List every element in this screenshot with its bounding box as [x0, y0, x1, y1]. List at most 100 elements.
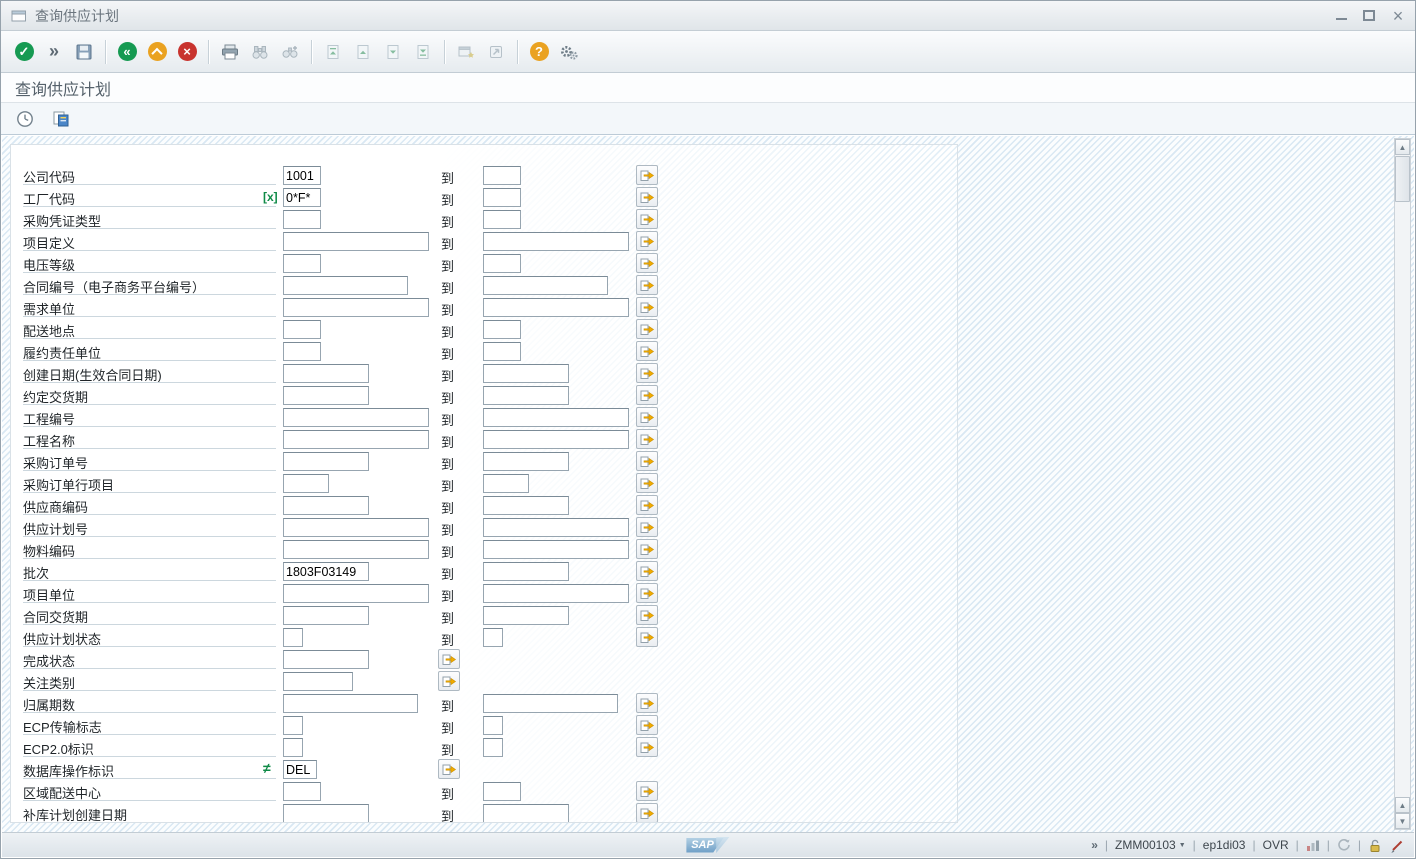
- multi-select-button[interactable]: [636, 165, 658, 185]
- multi-select-button[interactable]: [438, 649, 460, 669]
- from-input[interactable]: [283, 782, 321, 801]
- save-button[interactable]: [69, 37, 99, 67]
- multi-select-button[interactable]: [636, 627, 658, 647]
- from-input[interactable]: [283, 166, 321, 185]
- to-input[interactable]: [483, 496, 569, 515]
- minimize-button[interactable]: [1336, 12, 1347, 20]
- from-input[interactable]: [283, 562, 369, 581]
- to-input[interactable]: [483, 738, 503, 757]
- customize-button[interactable]: [554, 37, 584, 67]
- multi-select-button[interactable]: [636, 385, 658, 405]
- to-input[interactable]: [483, 562, 569, 581]
- exit-button[interactable]: [142, 37, 172, 67]
- to-input[interactable]: [483, 166, 521, 185]
- to-input[interactable]: [483, 606, 569, 625]
- scrollbar-thumb[interactable]: [1395, 156, 1410, 202]
- from-input[interactable]: [283, 628, 303, 647]
- multi-select-button[interactable]: [636, 539, 658, 559]
- scroll-down-button[interactable]: ▼: [1395, 813, 1410, 829]
- to-input[interactable]: [483, 694, 618, 713]
- to-input[interactable]: [483, 474, 529, 493]
- to-input[interactable]: [483, 254, 521, 273]
- multi-select-button[interactable]: [636, 605, 658, 625]
- multi-select-button[interactable]: [636, 803, 658, 823]
- to-input[interactable]: [483, 232, 629, 251]
- last-page-button[interactable]: [408, 37, 438, 67]
- from-input[interactable]: [283, 760, 317, 779]
- to-input[interactable]: [483, 386, 569, 405]
- to-input[interactable]: [483, 276, 608, 295]
- multi-select-button[interactable]: [636, 561, 658, 581]
- from-input[interactable]: [283, 386, 369, 405]
- from-input[interactable]: [283, 474, 329, 493]
- to-input[interactable]: [483, 628, 503, 647]
- from-input[interactable]: [283, 276, 408, 295]
- from-input[interactable]: [283, 342, 321, 361]
- multi-select-button[interactable]: [636, 275, 658, 295]
- multi-select-button[interactable]: [636, 319, 658, 339]
- multi-select-button[interactable]: [636, 187, 658, 207]
- to-input[interactable]: [483, 804, 569, 823]
- multi-select-button[interactable]: [636, 209, 658, 229]
- from-input[interactable]: [283, 496, 369, 515]
- to-input[interactable]: [483, 716, 503, 735]
- from-input[interactable]: [283, 540, 429, 559]
- to-input[interactable]: [483, 342, 521, 361]
- from-input[interactable]: [283, 672, 353, 691]
- from-input[interactable]: [283, 254, 321, 273]
- from-input[interactable]: [283, 716, 303, 735]
- to-input[interactable]: [483, 782, 521, 801]
- multi-select-button[interactable]: [636, 363, 658, 383]
- from-input[interactable]: [283, 584, 429, 603]
- from-input[interactable]: [283, 210, 321, 229]
- new-session-button[interactable]: [451, 37, 481, 67]
- to-input[interactable]: [483, 584, 629, 603]
- to-input[interactable]: [483, 364, 569, 383]
- to-input[interactable]: [483, 452, 569, 471]
- find-button[interactable]: [245, 37, 275, 67]
- from-input[interactable]: [283, 606, 369, 625]
- scroll-up-button-bottom[interactable]: ▲: [1395, 797, 1410, 813]
- from-input[interactable]: [283, 650, 369, 669]
- to-input[interactable]: [483, 210, 521, 229]
- multi-select-button[interactable]: [636, 407, 658, 427]
- from-input[interactable]: [283, 430, 429, 449]
- create-shortcut-button[interactable]: [481, 37, 511, 67]
- close-button[interactable]: ×: [1391, 9, 1405, 23]
- multi-select-button[interactable]: [636, 451, 658, 471]
- multi-select-button[interactable]: [636, 495, 658, 515]
- get-variant-button[interactable]: [47, 106, 75, 132]
- to-input[interactable]: [483, 320, 521, 339]
- transaction-code[interactable]: ZMM00103 ▼: [1115, 838, 1186, 852]
- statusbar-more-button[interactable]: »: [1091, 838, 1098, 852]
- multi-select-button[interactable]: [636, 473, 658, 493]
- multi-select-button[interactable]: [636, 297, 658, 317]
- from-input[interactable]: [283, 804, 369, 823]
- cancel-button[interactable]: ×: [172, 37, 202, 67]
- from-input[interactable]: [283, 298, 429, 317]
- from-input[interactable]: [283, 188, 321, 207]
- multi-select-button[interactable]: [636, 517, 658, 537]
- multi-select-button[interactable]: [636, 781, 658, 801]
- back-button[interactable]: «: [112, 37, 142, 67]
- find-next-button[interactable]: [275, 37, 305, 67]
- from-input[interactable]: [283, 452, 369, 471]
- execute-button[interactable]: [11, 106, 39, 132]
- from-input[interactable]: [283, 320, 321, 339]
- to-input[interactable]: [483, 518, 629, 537]
- enter-button[interactable]: ✓: [9, 37, 39, 67]
- from-input[interactable]: [283, 408, 429, 427]
- multi-select-button[interactable]: [636, 737, 658, 757]
- multi-select-button[interactable]: [636, 429, 658, 449]
- from-input[interactable]: [283, 518, 429, 537]
- multi-select-button[interactable]: [636, 693, 658, 713]
- previous-page-button[interactable]: [348, 37, 378, 67]
- multi-select-button[interactable]: [636, 231, 658, 251]
- vertical-scrollbar[interactable]: ▲ ▲ ▼: [1394, 138, 1411, 830]
- more-options-button[interactable]: »: [39, 37, 69, 67]
- multi-select-button[interactable]: [438, 671, 460, 691]
- from-input[interactable]: [283, 694, 418, 713]
- multi-select-button[interactable]: [636, 715, 658, 735]
- multi-select-button[interactable]: [636, 341, 658, 361]
- multi-select-button[interactable]: [636, 583, 658, 603]
